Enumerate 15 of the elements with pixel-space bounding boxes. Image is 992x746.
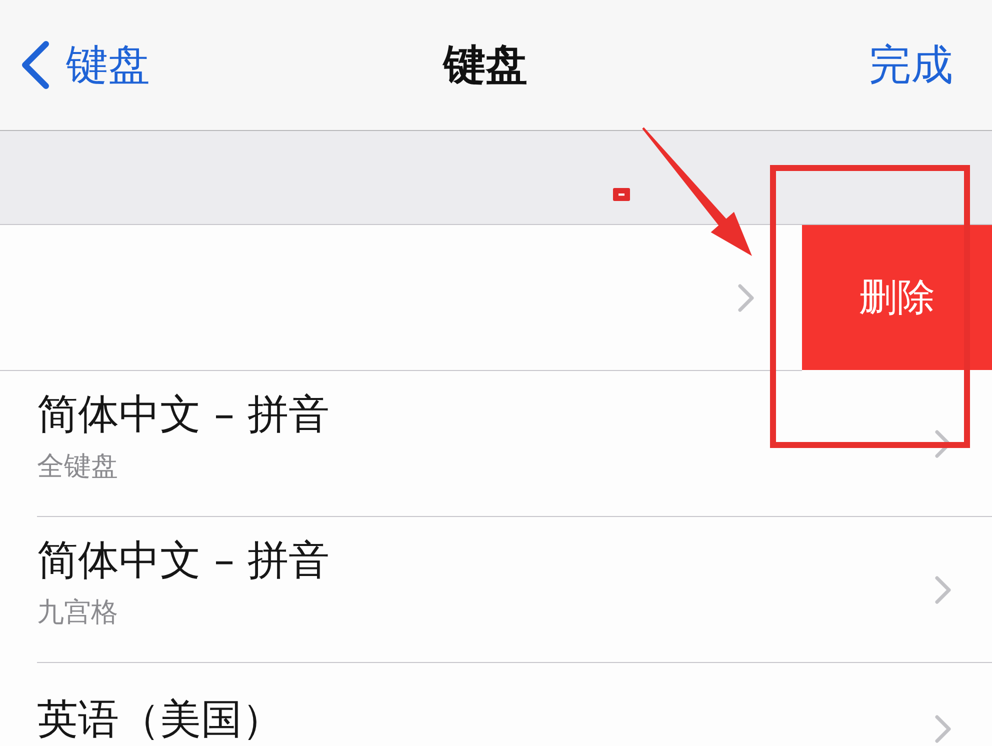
page-title: 键盘 [444, 40, 528, 90]
keyboard-layout: 全键盘 [37, 450, 118, 484]
done-button[interactable]: 完成 [869, 40, 953, 90]
chevron-right-icon [737, 282, 755, 312]
keyboard-row[interactable]: 删除 [0, 225, 992, 371]
chevron-right-icon [934, 714, 952, 744]
delete-button[interactable]: 删除 [802, 225, 992, 370]
keyboard-layout: 九宫格 [37, 596, 118, 630]
minus-tag-icon [613, 188, 630, 201]
chevron-right-icon [934, 428, 952, 458]
back-button[interactable]: 键盘 [18, 40, 150, 90]
keyboard-name: 英语（美国） [37, 696, 283, 742]
chevron-right-icon [934, 574, 952, 604]
keyboard-name: 简体中文 – 拼音 [37, 391, 330, 437]
keyboard-name: 简体中文 – 拼音 [37, 537, 330, 583]
